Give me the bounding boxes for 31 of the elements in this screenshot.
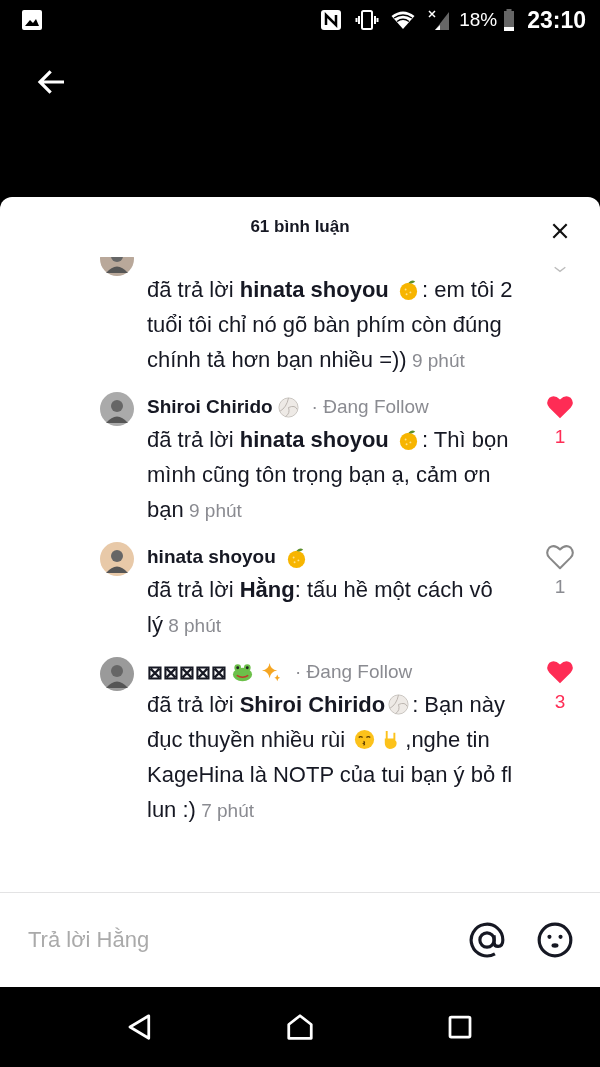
clock: 23:10: [527, 6, 586, 34]
comment-text: đã trả lời Hằng: tấu hề một cách vô lý 8 phút: [147, 576, 494, 639]
vibrate-icon: [355, 8, 380, 32]
battery-percent: 18%: [459, 9, 498, 31]
mention-icon[interactable]: [468, 921, 506, 959]
volleyball-icon: [387, 693, 411, 716]
avatar[interactable]: [100, 392, 134, 426]
comment-text: đã trả lời hinata shoyou : em tôi 2 tuổi tôi chỉ nó gõ bàn phím còn đúng chính tả hơn bạn nhiều =)) 9 phút: [147, 276, 514, 374]
sheet-title: 61 bình luận: [250, 217, 350, 237]
signal-icon: [427, 8, 452, 32]
author-name[interactable]: ⊠⊠⊠⊠⊠: [147, 660, 227, 684]
kissing-face-icon: [353, 728, 377, 751]
close-icon[interactable]: [550, 221, 570, 241]
comment-text: đã trả lời hinata shoyou : Thì bọn mình cũng tôn trọng bạn ạ, cảm ơn bạn 9 phút: [147, 426, 510, 524]
avatar[interactable]: [100, 542, 134, 576]
author-name[interactable]: hinata shoyou: [147, 546, 282, 568]
like-count: 1: [554, 426, 566, 448]
avatar[interactable]: [100, 657, 134, 691]
author-name[interactable]: Shiroi Chirido: [147, 396, 273, 418]
like-count: 1: [554, 576, 566, 598]
volleyball-icon: [276, 395, 300, 419]
sparkle-icon: [260, 660, 283, 684]
image-icon: [20, 8, 44, 32]
home-icon[interactable]: [285, 1012, 315, 1042]
comment-text: đã trả lời Shiroi Chirido : Bạn này đục thuyền nhiều rùi ,nghe tin KageHina là NOTP của tui bạn ý bỏ fl lun :) 7 phút: [147, 691, 514, 824]
heart-icon[interactable]: [545, 542, 575, 572]
emoji-icon[interactable]: [536, 921, 574, 959]
nfc-icon: [319, 8, 344, 32]
like-count: 3: [554, 691, 566, 713]
reply-input[interactable]: Trả lời Hằng: [26, 926, 438, 954]
battery-icon: [503, 8, 516, 32]
